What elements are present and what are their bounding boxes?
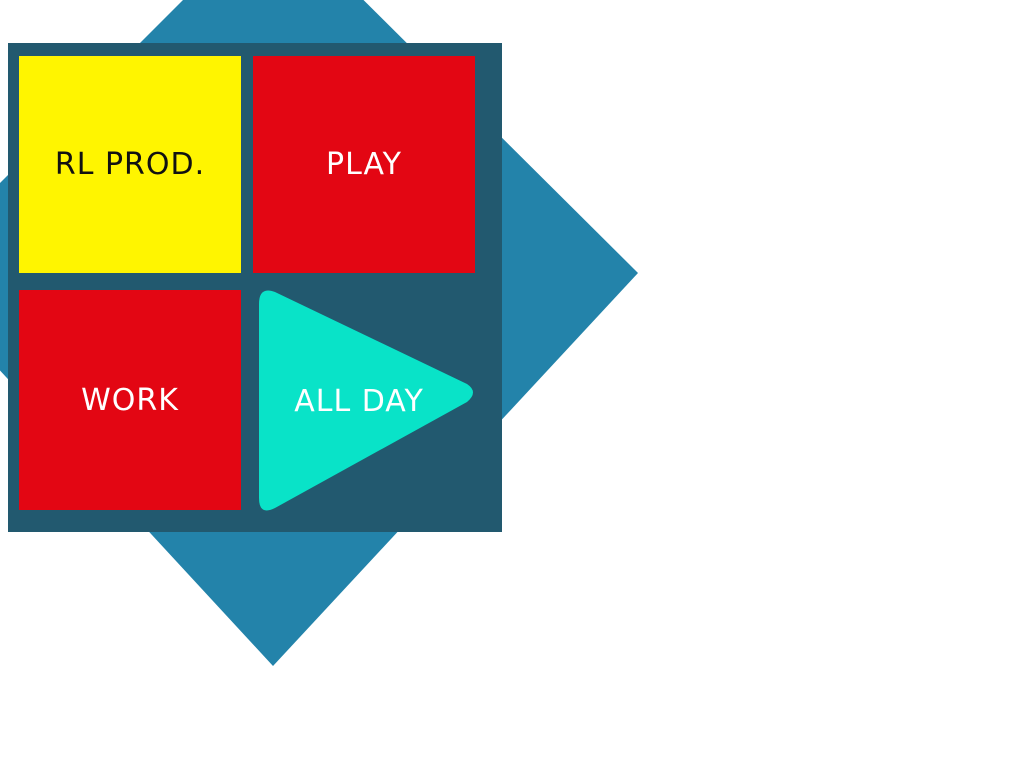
all-day-label: ALL DAY [294,383,424,419]
logo-label: RL PROD. [54,147,206,182]
all-day-tile[interactable]: ALL DAY [253,288,479,514]
stage: RL PROD. PLAY WORK ALL DAY [0,0,1024,768]
tile-panel: RL PROD. PLAY WORK ALL DAY [8,43,502,532]
work-tile[interactable]: WORK [19,290,241,510]
play-label: PLAY [325,147,402,182]
logo-tile: RL PROD. [19,56,241,273]
work-label: WORK [81,382,179,418]
play-tile[interactable]: PLAY [253,56,475,273]
